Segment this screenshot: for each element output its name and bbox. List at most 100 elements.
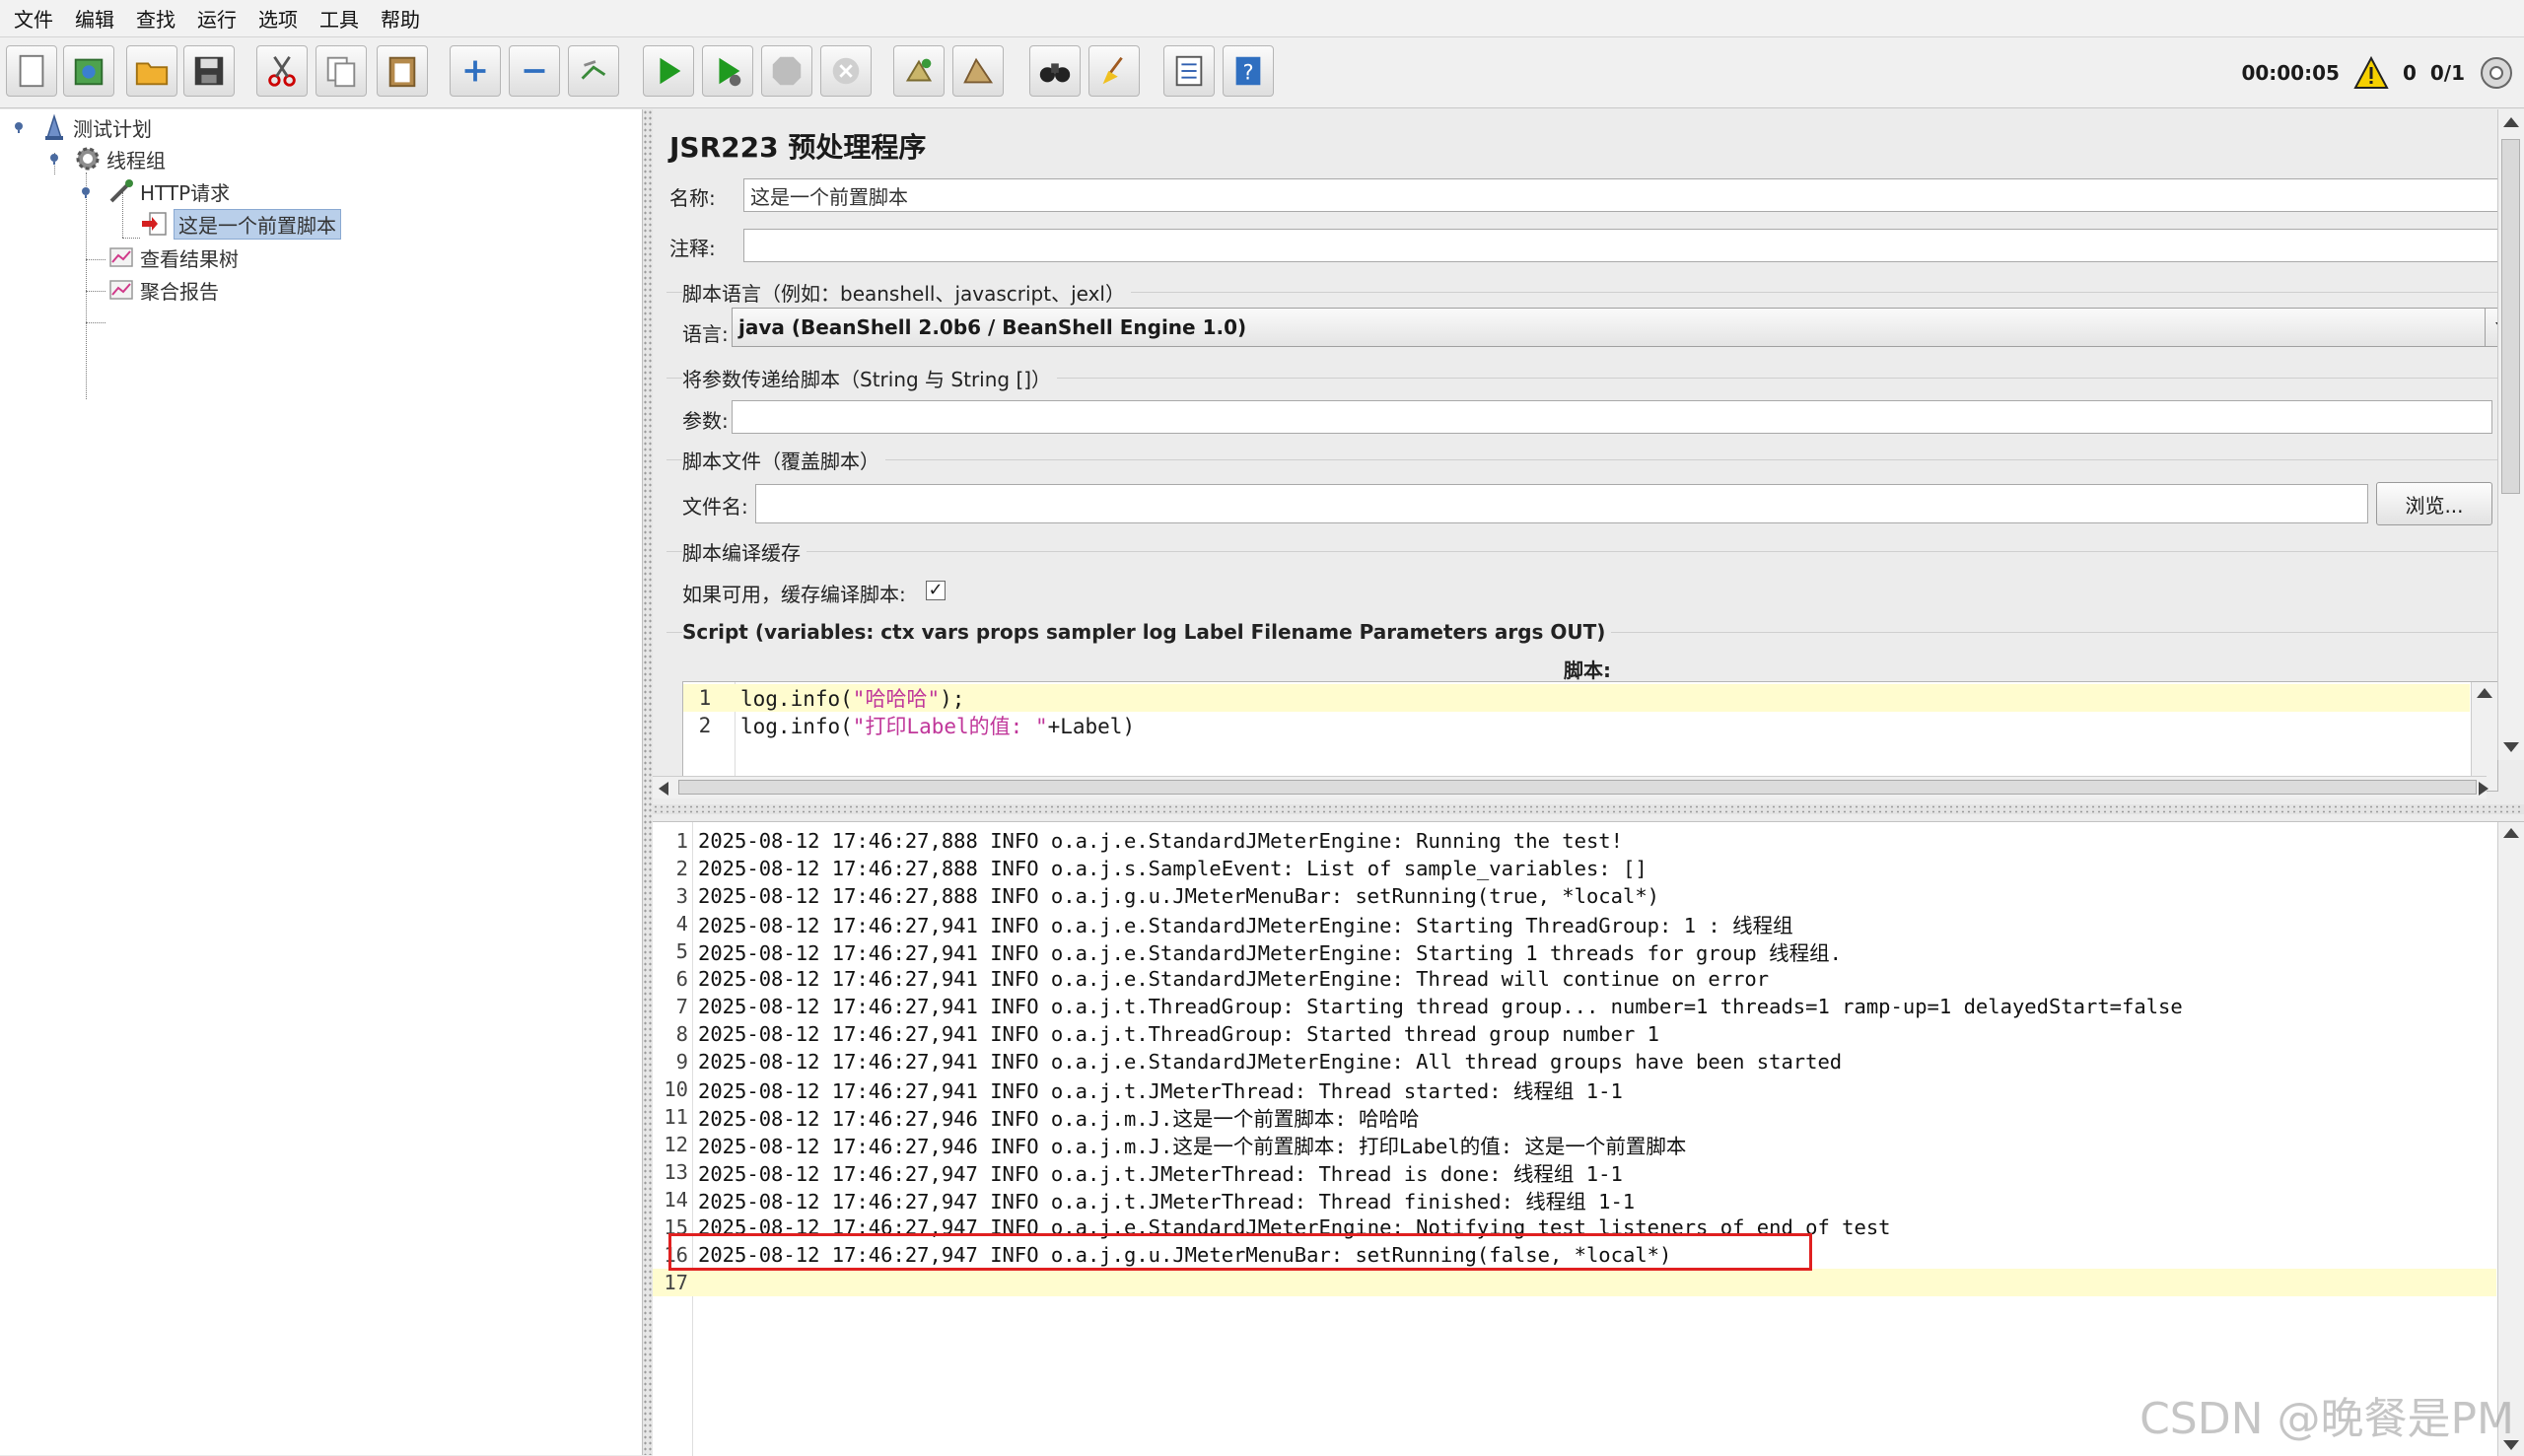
tree-item-label: 这是一个前置脚本: [174, 208, 341, 240]
tree-item-label: 测试计划: [73, 116, 152, 141]
menu-options[interactable]: 选项: [252, 4, 314, 33]
broom-clear-icon: [905, 58, 933, 82]
broom-clear-all-icon: [963, 57, 994, 84]
start-button[interactable]: [643, 45, 694, 97]
expand-toggle-icon[interactable]: [12, 119, 26, 133]
start-no-pauses-button[interactable]: [702, 45, 753, 97]
new-button[interactable]: [6, 45, 57, 97]
browse-button[interactable]: 浏览...: [2376, 482, 2492, 525]
vertical-splitter[interactable]: [643, 109, 653, 1455]
log-line: 11 2025-08-12 17:46:27,946 INFO o.a.j.m.J…: [653, 1103, 2496, 1131]
expand-toggle-icon[interactable]: [47, 151, 61, 165]
log-line: 4 2025-08-12 17:46:27,941 INFO o.a.j.e.St…: [653, 910, 2496, 937]
log-line: 10 2025-08-12 17:46:27,941 INFO o.a.j.t.J…: [653, 1075, 2496, 1103]
templates-button[interactable]: [63, 45, 114, 97]
log-line-number: 10: [664, 1077, 688, 1101]
tree-item-thread-group[interactable]: 线程组: [73, 143, 166, 174]
cut-button[interactable]: [256, 45, 308, 97]
new-file-icon: [19, 54, 44, 88]
language-select-value: java (BeanShell 2.0b6 / BeanShell Engine…: [738, 315, 1247, 339]
menu-edit[interactable]: 编辑: [69, 4, 130, 33]
filename-input[interactable]: [755, 484, 2368, 523]
cache-label: 如果可用，缓存编译脚本:: [682, 583, 906, 606]
horizontal-splitter[interactable]: [653, 804, 2524, 814]
panel-vertical-scrollbar[interactable]: [2497, 109, 2524, 760]
menu-search[interactable]: 查找: [130, 4, 191, 33]
log-line-text: 2025-08-12 17:46:27,947 INFO o.a.j.t.JMe…: [698, 1162, 1623, 1186]
scrollbar-thumb[interactable]: [2501, 139, 2520, 494]
menu-run[interactable]: 运行: [191, 4, 252, 33]
play-no-pause-icon: [719, 57, 741, 87]
toggle-button[interactable]: [568, 45, 619, 97]
tree-item-label: 聚合报告: [140, 279, 219, 304]
gear-icon: [76, 147, 100, 171]
tree-item-label: 线程组: [106, 148, 166, 173]
log-line-text: 2025-08-12 17:46:27,941 INFO o.a.j.e.Sta…: [698, 914, 1793, 937]
warning-icon[interactable]: [2353, 56, 2389, 90]
tree-item-test-plan[interactable]: 测试计划: [39, 111, 152, 143]
comment-input[interactable]: [743, 229, 2498, 262]
remote-globe-icon[interactable]: [2479, 55, 2514, 91]
log-line: 13 2025-08-12 17:46:27,947 INFO o.a.j.t.J…: [653, 1158, 2496, 1186]
log-line-text: 2025-08-12 17:46:27,888 INFO o.a.j.g.u.J…: [698, 884, 1660, 908]
warning-count: 0: [2402, 61, 2417, 85]
test-plan-icon: [45, 113, 63, 140]
search-button[interactable]: [1029, 45, 1081, 97]
script-file-section-title: 脚本文件（覆盖脚本）: [682, 446, 885, 474]
open-button[interactable]: [126, 45, 177, 97]
tree-item-label: HTTP请求: [140, 180, 231, 205]
save-button[interactable]: [183, 45, 235, 97]
log-line-number: 3: [675, 884, 688, 908]
menu-help[interactable]: 帮助: [375, 4, 436, 33]
log-line: 8 2025-08-12 17:46:27,941 INFO o.a.j.t.Th…: [653, 1020, 2496, 1048]
shutdown-button[interactable]: [820, 45, 872, 97]
tree-item-aggregate-report[interactable]: 聚合报告: [106, 274, 219, 306]
log-line: 12 2025-08-12 17:46:27,946 INFO o.a.j.m.J…: [653, 1131, 2496, 1158]
help-button[interactable]: ?: [1223, 45, 1274, 97]
log-line-number: 5: [675, 939, 688, 963]
stop-button[interactable]: [761, 45, 812, 97]
log-vertical-scrollbar[interactable]: [2497, 822, 2524, 1456]
tree-item-http-request[interactable]: HTTP请求: [106, 175, 230, 207]
expand-all-button[interactable]: [450, 45, 501, 97]
scissors-icon: [268, 55, 296, 87]
menu-tools[interactable]: 工具: [314, 4, 375, 33]
menu-file[interactable]: 文件: [8, 4, 69, 33]
function-helper-button[interactable]: [1163, 45, 1215, 97]
collapse-all-button[interactable]: [509, 45, 560, 97]
log-viewer[interactable]: 1 2025-08-12 17:46:27,888 INFO o.a.j.e.St…: [653, 821, 2524, 1456]
script-file-section: [666, 459, 2498, 460]
paste-button[interactable]: [377, 45, 428, 97]
reset-search-button[interactable]: [1088, 45, 1140, 97]
language-select[interactable]: java (BeanShell 2.0b6 / BeanShell Engine…: [732, 308, 2522, 347]
log-line-number: 2: [675, 857, 688, 880]
script-language-section-title: 脚本语言（例如：beanshell、javascript、jexl）: [682, 278, 1131, 307]
watermark: CSDN @晚餐是PM: [2139, 1394, 2514, 1444]
editor-horizontal-scrollbar[interactable]: [653, 776, 2489, 798]
list-icon: [1175, 55, 1203, 87]
clear-button[interactable]: [893, 45, 945, 97]
log-line-number: 6: [675, 967, 688, 991]
clear-all-button[interactable]: [952, 45, 1004, 97]
templates-icon: [74, 58, 104, 86]
script-section-title: Script (variables: ctx vars props sample…: [682, 620, 1612, 644]
toolbar: ? 00:00:05 0 0/1: [0, 37, 2524, 108]
log-line-text: 2025-08-12 17:46:27,941 INFO o.a.j.t.Thr…: [698, 1022, 1660, 1046]
compilation-cache-section: [666, 551, 2498, 552]
parameters-input[interactable]: [732, 400, 2492, 434]
tree-item-view-results-tree[interactable]: 查看结果树: [106, 242, 239, 273]
listener-chart-icon: [109, 247, 133, 267]
play-icon: [660, 57, 681, 85]
log-line-number: 7: [675, 995, 688, 1018]
tree-item-preprocessor[interactable]: 这是一个前置脚本: [140, 208, 341, 240]
log-line-number: 12: [664, 1133, 688, 1156]
plus-icon: [464, 60, 486, 82]
code-line: 2 log.info("打印Label的值: "+Label): [698, 714, 1136, 738]
log-line: 2 2025-08-12 17:46:27,888 INFO o.a.j.s.Sa…: [653, 855, 2496, 882]
expand-toggle-icon[interactable]: [79, 184, 93, 198]
cache-checkbox[interactable]: ✓: [926, 581, 946, 600]
name-input[interactable]: 这是一个前置脚本: [743, 178, 2498, 212]
shutdown-icon: [832, 57, 860, 85]
run-status: 00:00:05 0 0/1: [2241, 55, 2514, 91]
copy-button[interactable]: [316, 45, 367, 97]
